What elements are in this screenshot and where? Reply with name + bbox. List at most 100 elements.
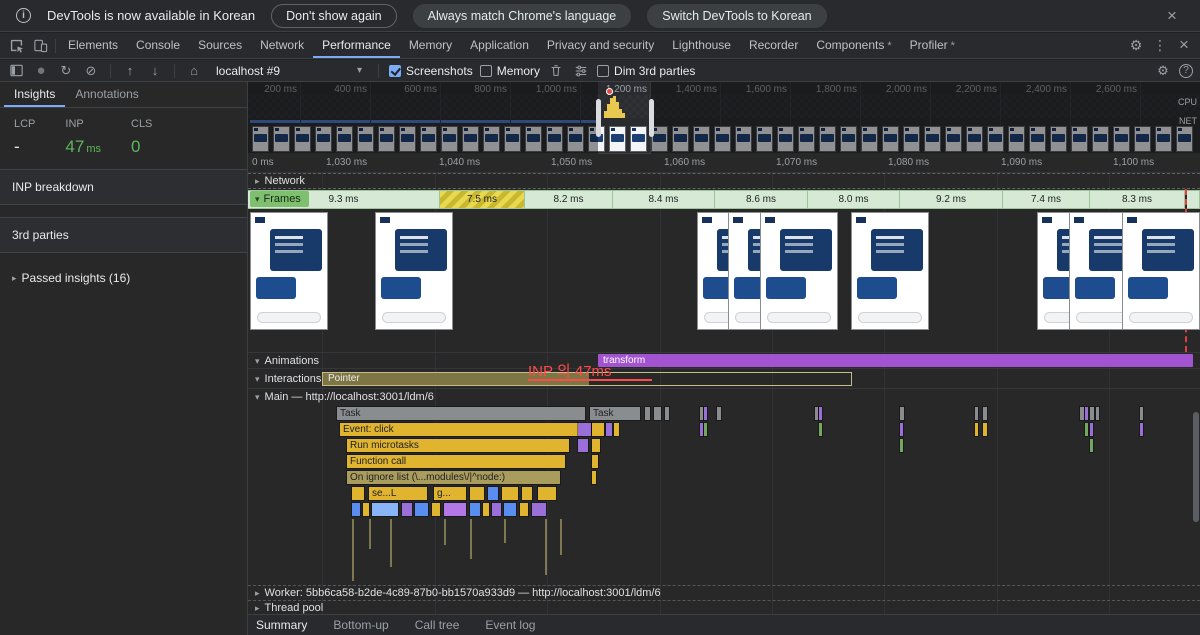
save-profile-button[interactable]: ↓ xyxy=(146,61,164,81)
tab-event-log[interactable]: Event log xyxy=(485,618,535,632)
memory-checkbox[interactable]: Memory xyxy=(480,64,540,78)
capture-settings-gear-icon[interactable]: ⚙ xyxy=(1154,61,1172,81)
frame-duration-cell[interactable]: 8.2 ms xyxy=(525,190,613,209)
flame-bar[interactable] xyxy=(352,503,360,516)
clear-button[interactable]: ⊘ xyxy=(82,61,100,81)
thread-pool-track[interactable]: ▸Thread pool xyxy=(248,600,1200,614)
flame-bar[interactable] xyxy=(470,503,480,516)
flame-bar[interactable] xyxy=(900,407,904,420)
vertical-scrollbar[interactable] xyxy=(1193,412,1199,522)
interactions-track-label[interactable]: Interactions xyxy=(265,373,322,385)
flame-bar[interactable] xyxy=(578,423,591,436)
close-devtools-icon[interactable]: × xyxy=(1172,33,1196,57)
network-track[interactable]: ▸Network xyxy=(248,173,1200,189)
flame-bar[interactable] xyxy=(363,503,369,516)
flame-bar-g[interactable]: g... xyxy=(434,487,466,500)
tab-recorder[interactable]: Recorder xyxy=(740,33,807,58)
flame-bar[interactable] xyxy=(1140,407,1143,420)
flame-bar[interactable] xyxy=(665,407,669,420)
flame-bar[interactable] xyxy=(520,503,528,516)
screenshot-thumbnail[interactable] xyxy=(851,212,929,330)
flame-bar[interactable] xyxy=(402,503,412,516)
tab-insights[interactable]: Insights xyxy=(4,82,65,107)
tab-application[interactable]: Application xyxy=(461,33,538,58)
flame-bar[interactable] xyxy=(415,503,428,516)
frame-duration-cell[interactable]: 8.0 ms xyxy=(808,190,900,209)
settings-gear-icon[interactable]: ⚙ xyxy=(1124,33,1148,57)
flame-bar[interactable] xyxy=(1090,423,1093,436)
flame-bar[interactable] xyxy=(606,423,612,436)
flame-bar[interactable] xyxy=(1085,407,1088,420)
flame-bar-run-microtasks[interactable]: Run microtasks xyxy=(347,439,569,452)
flame-bar[interactable] xyxy=(700,423,703,436)
frame-duration-cell[interactable]: 7.5 ms xyxy=(440,190,525,209)
throttling-sliders-icon[interactable] xyxy=(572,64,590,78)
animation-transform-bar[interactable]: transform xyxy=(598,354,1193,367)
flame-bar[interactable] xyxy=(532,503,546,516)
flame-bar-se-l[interactable]: se...L xyxy=(369,487,427,500)
flame-bar[interactable] xyxy=(983,407,987,420)
inspect-icon[interactable] xyxy=(4,33,28,57)
flame-bar-event-click[interactable]: Event: click xyxy=(340,423,578,436)
screenshots-checkbox[interactable]: Screenshots xyxy=(389,64,473,78)
flame-bar[interactable] xyxy=(483,503,489,516)
flame-chart[interactable]: TaskTaskEvent: clickRun microtasksFuncti… xyxy=(248,404,1200,585)
tab-console[interactable]: Console xyxy=(127,33,189,58)
frame-duration-cell[interactable]: 9.2 ms xyxy=(900,190,1003,209)
flame-bar[interactable] xyxy=(1090,439,1093,452)
history-dropdown[interactable]: localhost #9 ▾ xyxy=(210,63,368,79)
tab-summary[interactable]: Summary xyxy=(256,618,307,632)
screenshot-thumbnail[interactable] xyxy=(760,212,838,330)
flame-bar[interactable] xyxy=(819,423,822,436)
flame-bar[interactable] xyxy=(592,423,604,436)
frame-duration-cell[interactable]: 8.3 ms xyxy=(1090,190,1185,209)
flame-bar[interactable] xyxy=(717,407,721,420)
frame-duration-cell[interactable]: 7.4 ms xyxy=(1003,190,1090,209)
record-button[interactable]: ● xyxy=(32,61,50,81)
tab-components[interactable]: Components* xyxy=(807,33,900,58)
screenshot-thumbnail[interactable] xyxy=(1122,212,1200,330)
metric-inp[interactable]: INP 47ms xyxy=(65,118,101,157)
frame-duration-cell[interactable]: 8.4 ms xyxy=(613,190,715,209)
garbage-collect-icon[interactable] xyxy=(547,64,565,78)
tab-annotations[interactable]: Annotations xyxy=(65,82,148,107)
metric-lcp[interactable]: LCP - xyxy=(14,118,35,157)
main-thread-track-header[interactable]: ▾Main — http://localhost:3001/ldm/6 xyxy=(248,388,1200,404)
flame-bar[interactable] xyxy=(975,423,978,436)
flame-bar[interactable] xyxy=(704,423,707,436)
help-icon[interactable]: ? xyxy=(1179,64,1193,78)
flame-bar[interactable] xyxy=(578,439,588,452)
frame-duration-cell[interactable] xyxy=(1187,190,1200,209)
tab-lighthouse[interactable]: Lighthouse xyxy=(663,33,740,58)
inp-breakdown-row[interactable]: INP breakdown xyxy=(0,169,247,205)
flame-bar[interactable] xyxy=(900,439,903,452)
flame-bar[interactable] xyxy=(1096,407,1099,420)
tab-call-tree[interactable]: Call tree xyxy=(415,618,460,632)
flame-bar[interactable] xyxy=(645,407,650,420)
flame-bar[interactable] xyxy=(975,407,978,420)
flame-bar-task[interactable]: Task xyxy=(590,407,640,420)
load-profile-button[interactable]: ↑ xyxy=(121,61,139,81)
worker-track[interactable]: ▸Worker: 5bb6ca58-b2de-4c89-87b0-bb1570a… xyxy=(248,585,1200,600)
screenshot-thumbnail[interactable] xyxy=(375,212,453,330)
frame-duration-cell[interactable]: 8.6 ms xyxy=(715,190,808,209)
tab-performance[interactable]: Performance xyxy=(313,33,400,58)
notification-close-icon[interactable]: × xyxy=(1160,4,1184,28)
notification-button-always-match-chrome-s-language[interactable]: Always match Chrome's language xyxy=(413,4,632,28)
flame-bar-function-call[interactable]: Function call xyxy=(347,455,565,468)
frames-track-chip[interactable]: ▾Frames xyxy=(250,191,309,207)
flame-bar[interactable] xyxy=(538,487,556,500)
flame-bar[interactable] xyxy=(654,407,661,420)
flame-bar[interactable] xyxy=(492,503,501,516)
third-parties-row[interactable]: 3rd parties xyxy=(0,217,247,253)
flame-bar[interactable] xyxy=(470,487,484,500)
tab-memory[interactable]: Memory xyxy=(400,33,461,58)
flame-bar[interactable] xyxy=(1090,407,1094,420)
flame-bar[interactable] xyxy=(352,487,364,500)
notification-button-don-t-show-again[interactable]: Don't show again xyxy=(271,4,397,28)
filmstrip-thumbnail[interactable] xyxy=(630,126,647,152)
tab-elements[interactable]: Elements xyxy=(59,33,127,58)
tab-profiler[interactable]: Profiler* xyxy=(901,33,964,58)
flame-bar[interactable] xyxy=(592,439,600,452)
metric-cls[interactable]: CLS 0 xyxy=(131,118,152,157)
